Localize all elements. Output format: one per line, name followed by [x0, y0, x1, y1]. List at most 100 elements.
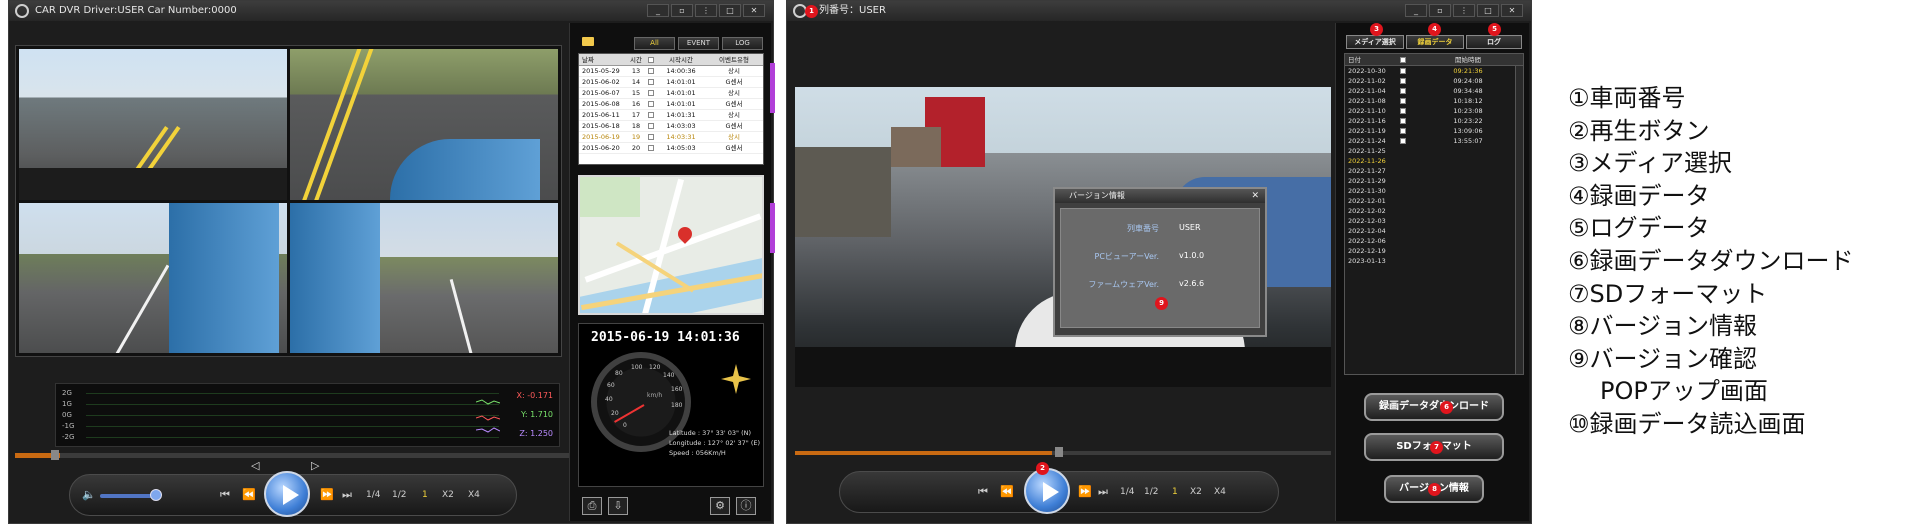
camera-grid[interactable] [15, 45, 562, 357]
table-row[interactable]: 2015-06-20 20 14:05:03 G센서 [579, 143, 763, 154]
speed-normal[interactable]: 1 [1172, 487, 1178, 497]
save-icon[interactable]: ⇩ [608, 497, 628, 515]
list-item[interactable]: 2022-12-01 [1345, 196, 1523, 206]
skip-start-icon[interactable]: ⏮ [220, 488, 230, 502]
table-row[interactable]: 2015-06-02 14 14:01:01 G센서 [579, 77, 763, 88]
table-row-selected[interactable]: 2015-06-19 19 14:03:31 상시 [579, 132, 763, 143]
list-item[interactable]: 2022-11-19 13:09:06 [1345, 126, 1523, 136]
list-item[interactable]: 2022-11-25 [1345, 146, 1523, 156]
col-check[interactable] [1393, 54, 1413, 65]
list-item[interactable]: 2023-01-13 [1345, 256, 1523, 266]
list-item[interactable]: 2022-11-29 [1345, 176, 1523, 186]
speed-half[interactable]: 1/2 [392, 490, 406, 500]
table-row[interactable]: 2015-06-18 18 14:03:03 G센서 [579, 121, 763, 132]
skip-end-icon[interactable]: ⏭ [342, 488, 352, 502]
popup-close-icon[interactable]: ✕ [1251, 189, 1259, 203]
checkbox[interactable] [1400, 78, 1406, 84]
grid-icon[interactable]: ⋮ [695, 4, 717, 17]
cell-check[interactable] [1393, 66, 1413, 76]
checkbox[interactable] [1400, 108, 1406, 114]
table-row[interactable]: 2015-06-11 17 14:01:31 상시 [579, 110, 763, 121]
list-item[interactable]: 2022-11-08 10:18:12 [1345, 96, 1523, 106]
download-button[interactable]: 録画データダウンロード [1364, 393, 1504, 421]
tab-log[interactable]: ログ [1466, 35, 1522, 49]
cell-check[interactable] [1393, 206, 1413, 216]
list-item[interactable]: 2022-12-04 [1345, 226, 1523, 236]
rewind-icon[interactable]: ⏪ [1000, 485, 1014, 498]
fast-forward-icon[interactable]: ⏩ [320, 488, 334, 501]
checkbox[interactable] [648, 112, 654, 118]
camera-top[interactable] [290, 49, 558, 200]
cell-check[interactable] [1393, 156, 1413, 166]
skip-end-icon[interactable]: ⏭ [1098, 485, 1108, 499]
speed-2x[interactable]: X2 [442, 490, 454, 500]
checkbox[interactable] [648, 145, 654, 151]
table-row[interactable]: 2015-06-07 15 14:01:01 상시 [579, 88, 763, 99]
seek-handle[interactable] [1055, 447, 1063, 457]
col-start-time[interactable]: 시작시간 [657, 54, 705, 65]
cell-check[interactable] [1393, 96, 1413, 106]
list-item[interactable]: 2022-11-24 13:55:07 [1345, 136, 1523, 146]
list-item[interactable]: 2022-12-03 [1345, 216, 1523, 226]
volume-handle[interactable] [150, 489, 162, 501]
cell-check[interactable] [1393, 196, 1413, 206]
list-item[interactable]: 2022-12-19 [1345, 246, 1523, 256]
frame-next-icon[interactable]: ▷ [311, 459, 319, 472]
frame-prev-icon[interactable]: ◁ [251, 459, 259, 472]
col-date[interactable]: 날짜 [579, 54, 627, 65]
table-row[interactable]: 2015-05-29 13 14:00:36 상시 [579, 66, 763, 77]
cell-check[interactable] [1393, 236, 1413, 246]
cell-check[interactable] [1393, 246, 1413, 256]
minimize-icon[interactable]: _ [647, 4, 669, 17]
col-hour[interactable]: 시간 [627, 54, 645, 65]
col-start-time[interactable]: 開始時間 [1413, 54, 1523, 65]
checkbox[interactable] [648, 57, 654, 63]
camera-front[interactable] [19, 49, 287, 200]
play-button[interactable] [1024, 468, 1070, 514]
checkbox[interactable] [1400, 57, 1406, 63]
list-item[interactable]: 2022-11-10 10:23:08 [1345, 106, 1523, 116]
gps-map[interactable] [578, 175, 764, 315]
speed-normal[interactable]: 1 [422, 490, 428, 500]
checkbox[interactable] [1400, 138, 1406, 144]
grid-icon[interactable]: ⋮ [1453, 4, 1475, 17]
maximize-icon[interactable]: □ [719, 4, 741, 17]
checkbox[interactable] [648, 123, 654, 129]
speed-quarter[interactable]: 1/4 [1120, 487, 1134, 497]
panel-collapse-handle[interactable] [770, 203, 775, 253]
list-item[interactable]: 2022-12-06 [1345, 236, 1523, 246]
tab-media-select[interactable]: メディア選択 [1346, 35, 1404, 49]
cell-check[interactable] [1393, 106, 1413, 116]
list-item[interactable]: 2022-11-26 [1345, 156, 1523, 166]
list-item[interactable]: 2022-11-02 09:24:08 [1345, 76, 1523, 86]
list-item[interactable]: 2022-10-30 09:21:36 [1345, 66, 1523, 76]
speed-2x[interactable]: X2 [1190, 487, 1202, 497]
checkbox[interactable] [1400, 98, 1406, 104]
scrollbar[interactable] [1515, 66, 1523, 374]
tab-recorded-data[interactable]: 録画データ [1406, 35, 1464, 49]
col-check[interactable] [645, 54, 657, 65]
cell-check[interactable] [1393, 166, 1413, 176]
cell-check[interactable] [1393, 216, 1413, 226]
speed-quarter[interactable]: 1/4 [366, 490, 380, 500]
checkbox[interactable] [648, 68, 654, 74]
checkbox[interactable] [648, 79, 654, 85]
file-list[interactable]: 날짜 시간 시작시간 이벤트유형 2015-05-29 13 14:00:36 상시 … [578, 53, 764, 165]
checkbox[interactable] [1400, 88, 1406, 94]
cell-check[interactable] [1393, 126, 1413, 136]
panel-collapse-handle[interactable] [770, 63, 775, 113]
table-row[interactable]: 2015-06-08 16 14:01:01 G센서 [579, 99, 763, 110]
fast-forward-icon[interactable]: ⏩ [1078, 485, 1092, 498]
col-event-type[interactable]: 이벤트유형 [705, 54, 763, 65]
list-item[interactable]: 2022-11-27 [1345, 166, 1523, 176]
list-item[interactable]: 2022-11-30 [1345, 186, 1523, 196]
speed-4x[interactable]: X4 [468, 490, 480, 500]
checkbox[interactable] [1400, 68, 1406, 74]
cell-check[interactable] [1393, 186, 1413, 196]
list-item[interactable]: 2022-12-02 [1345, 206, 1523, 216]
export-icon[interactable]: ⎙ [582, 497, 602, 515]
volume-slider[interactable] [100, 494, 154, 498]
close-icon[interactable]: ✕ [743, 4, 765, 17]
col-date[interactable]: 日付 [1345, 54, 1393, 65]
seek-bar[interactable] [795, 451, 1331, 455]
